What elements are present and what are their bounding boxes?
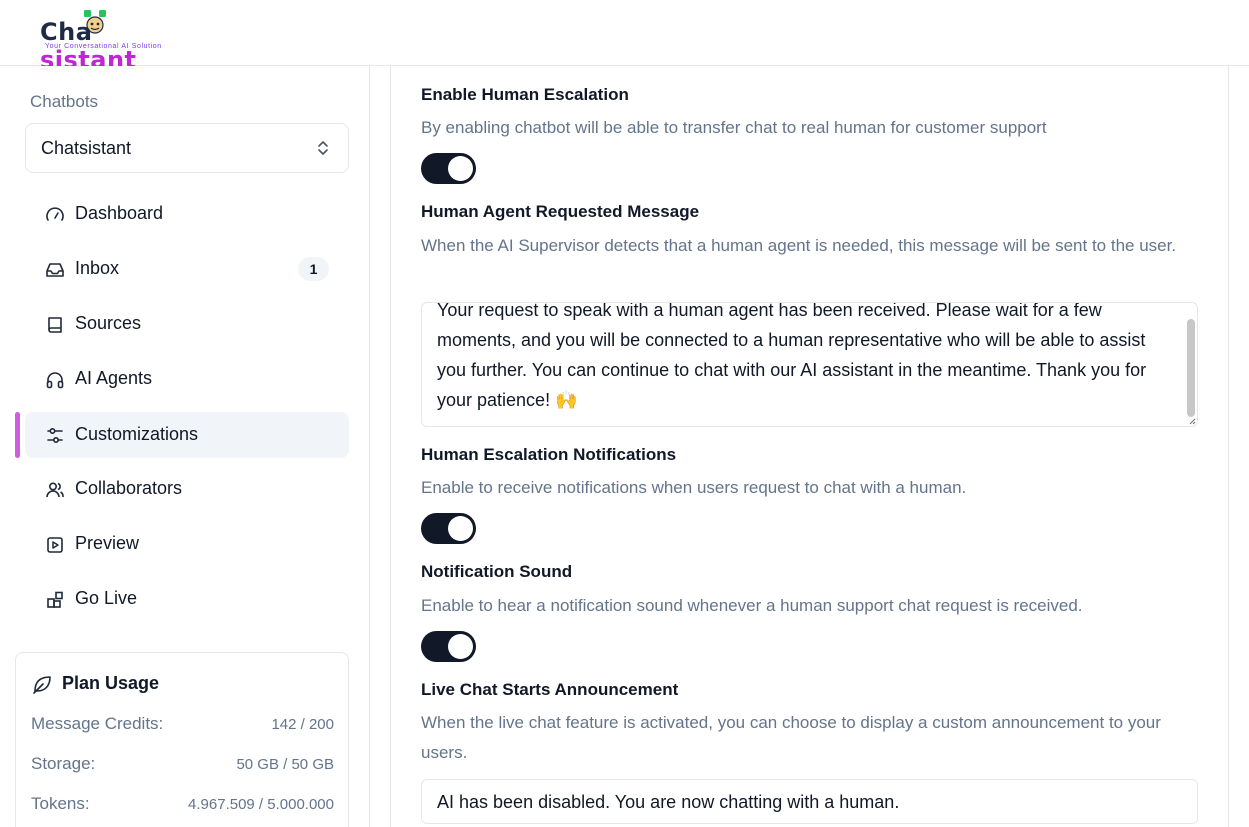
sidebar-item-label: Inbox <box>75 258 120 278</box>
sidebar-item-label: AI Agents <box>75 368 153 388</box>
textarea-value: Your request to speak with a human agent… <box>437 302 1147 410</box>
toggle-knob <box>448 634 473 659</box>
input-value: AI has been disabled. You are now chatti… <box>437 792 900 812</box>
plan-row-value: 142 / 200 <box>271 716 334 733</box>
toggle-knob <box>448 156 473 181</box>
chatbots-label: Chatbots <box>30 92 99 111</box>
plan-row-value: 4.967.509 / 5.000.000 <box>188 796 334 813</box>
play-square-icon <box>47 537 63 553</box>
agent-requested-message-textarea[interactable]: Your request to speak with a human agent… <box>421 302 1198 427</box>
sidebar-item-sources[interactable]: Sources <box>25 301 349 347</box>
setting-title-escalation-notifications: Human Escalation Notifications <box>421 445 677 464</box>
gauge-icon <box>46 207 64 221</box>
sidebar-item-label: Sources <box>75 313 142 333</box>
sidebar-item-dashboard[interactable]: Dashboard <box>25 191 349 237</box>
setting-title-agent-requested-message: Human Agent Requested Message <box>421 202 700 221</box>
plan-usage-card: Plan Usage Message Credits: 142 / 200 St… <box>15 652 349 827</box>
plan-row-value: 50 GB / 50 GB <box>236 756 334 773</box>
sidebar-item-label: Dashboard <box>75 203 164 223</box>
chatbot-select-value: Chatsistant <box>41 138 132 158</box>
live-chat-announcement-input[interactable]: AI has been disabled. You are now chatti… <box>421 779 1198 824</box>
active-indicator <box>15 412 20 458</box>
sidebar-item-go-live[interactable]: Go Live <box>25 576 349 622</box>
book-icon <box>48 317 62 333</box>
sidebar-item-label: Customizations <box>75 424 199 444</box>
brand-tagline: Your Conversational AI Solution <box>45 43 162 50</box>
blocks-icon <box>47 591 63 608</box>
sidebar-item-ai-agents[interactable]: AI Agents <box>25 356 349 402</box>
escalation-notifications-toggle[interactable] <box>421 513 476 544</box>
plan-row-message-credits: Message Credits: 142 / 200 <box>31 714 334 738</box>
setting-title-notification-sound: Notification Sound <box>421 562 573 581</box>
plan-row-tokens: Tokens: 4.967.509 / 5.000.000 <box>31 794 334 818</box>
chatbot-select[interactable]: Chatsistant <box>25 123 349 173</box>
setting-title-live-chat-announcement: Live Chat Starts Announcement <box>421 680 679 699</box>
sliders-icon <box>47 427 63 444</box>
toggle-knob <box>448 516 473 541</box>
setting-title-human-escalation: Enable Human Escalation <box>421 85 629 104</box>
sidebar-item-inbox[interactable]: Inbox 1 <box>25 246 349 292</box>
notification-sound-toggle[interactable] <box>421 631 476 662</box>
plan-row-label: Tokens: <box>31 794 90 813</box>
setting-description-agent-requested-message: When the AI Supervisor detects that a hu… <box>421 236 1177 255</box>
resize-handle-icon[interactable] <box>1188 417 1196 425</box>
setting-description-notification-sound: Enable to hear a notification sound when… <box>421 596 1083 615</box>
sidebar: Chatbots Chatsistant Dashboard Inbox 1 S… <box>0 66 370 827</box>
setting-description-escalation-notifications: Enable to receive notifications when use… <box>421 478 967 497</box>
human-escalation-toggle[interactable] <box>421 153 476 184</box>
top-bar: Chasistant Your Conversational AI Soluti… <box>0 0 1249 74</box>
sidebar-item-collaborators[interactable]: Collaborators <box>25 466 349 512</box>
sidebar-item-preview[interactable]: Preview <box>25 521 349 567</box>
brand-logo[interactable]: Chasistant Your Conversational AI Soluti… <box>40 8 190 74</box>
sidebar-item-label: Collaborators <box>75 478 183 498</box>
setting-description-live-chat-announcement: When the live chat feature is activated,… <box>421 713 1161 762</box>
plan-row-label: Storage: <box>31 754 96 773</box>
inbox-icon <box>46 263 64 277</box>
sidebar-item-label: Go Live <box>75 588 138 608</box>
setting-description-human-escalation: By enabling chatbot will be able to tran… <box>421 118 1047 137</box>
sidebar-item-customizations[interactable]: Customizations <box>25 412 349 458</box>
leaf-icon <box>33 676 51 694</box>
plan-row-label: Message Credits: <box>31 714 164 733</box>
headphones-icon <box>46 372 64 389</box>
chevrons-up-down-icon <box>318 141 328 155</box>
plan-row-storage: Storage: 50 GB / 50 GB <box>31 754 334 778</box>
textarea-scrollbar[interactable] <box>1187 319 1195 417</box>
plan-usage-title: Plan Usage <box>62 673 160 693</box>
sidebar-item-label: Preview <box>75 533 140 553</box>
inbox-count-badge: 1 <box>298 257 329 281</box>
users-icon <box>46 482 64 498</box>
